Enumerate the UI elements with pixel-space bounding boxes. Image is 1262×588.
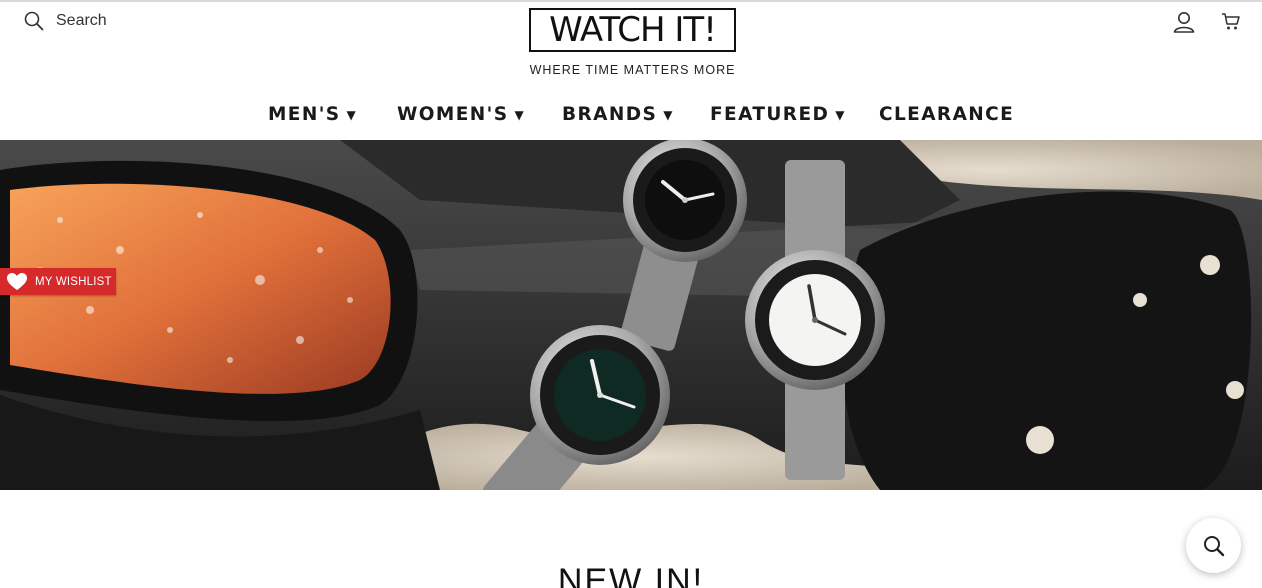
cart-button[interactable]: [1221, 12, 1241, 37]
nav-featured[interactable]: FEATURED ▼: [710, 104, 844, 125]
caret-down-icon: ▼: [346, 107, 356, 122]
logo-tagline: WHERE TIME MATTERS MORE: [529, 63, 736, 77]
cart-icon: [1222, 13, 1240, 30]
nav-label: CLEARANCE: [879, 104, 1015, 125]
nav-mens[interactable]: MEN'S ▼: [268, 104, 356, 125]
main-navigation: MEN'S ▼ WOMEN'S ▼ BRANDS ▼ FEATURED ▼ CL…: [0, 104, 1262, 130]
floating-search-button[interactable]: [1186, 518, 1241, 573]
account-button[interactable]: [1172, 11, 1196, 38]
wishlist-button[interactable]: MY WISHLIST: [0, 268, 116, 295]
nav-label: WOMEN'S: [397, 104, 509, 125]
nav-label: BRANDS: [562, 104, 658, 125]
nav-label: MEN'S: [268, 104, 341, 125]
site-logo[interactable]: WATCH IT!: [529, 8, 736, 52]
search-icon: [24, 11, 44, 31]
search-trigger[interactable]: Search: [24, 11, 107, 31]
nav-clearance[interactable]: CLEARANCE: [879, 104, 1014, 125]
caret-down-icon: ▼: [835, 107, 845, 122]
nav-womens[interactable]: WOMEN'S ▼: [397, 104, 524, 125]
caret-down-icon: ▼: [663, 107, 673, 122]
search-icon: [1203, 535, 1224, 556]
hero-banner[interactable]: [0, 140, 1262, 490]
section-heading: NEW IN!: [557, 562, 705, 588]
caret-down-icon: ▼: [514, 107, 524, 122]
nav-brands[interactable]: BRANDS ▼: [562, 104, 672, 125]
nav-label: FEATURED: [710, 104, 830, 125]
search-label: Search: [56, 12, 107, 29]
user-icon: [1173, 12, 1195, 33]
top-border: [0, 0, 1262, 2]
heart-icon: [7, 272, 27, 290]
wishlist-label: MY WISHLIST: [35, 275, 112, 288]
logo-text: WATCH IT!: [549, 10, 717, 50]
hero-image: [0, 140, 1262, 490]
